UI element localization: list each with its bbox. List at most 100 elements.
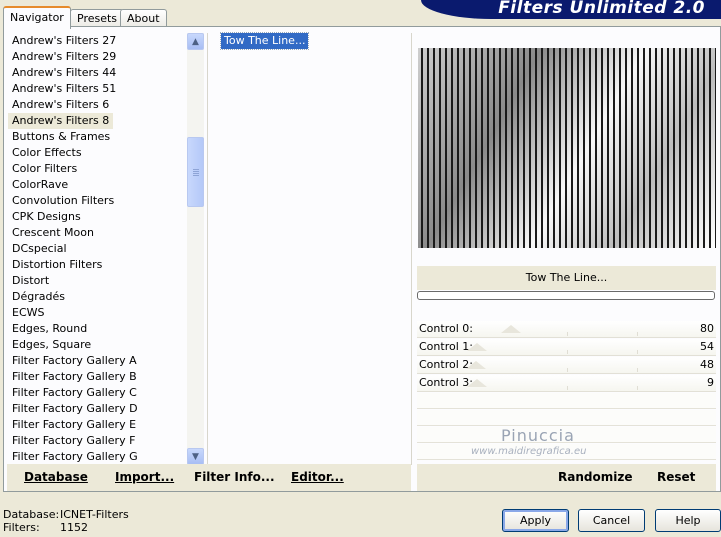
- reset-button[interactable]: Reset: [657, 464, 695, 491]
- preview-stripe: [559, 48, 561, 248]
- list-item[interactable]: Filter Factory Gallery C: [8, 385, 186, 401]
- list-item[interactable]: Andrew's Filters 6: [8, 97, 186, 113]
- list-item[interactable]: Dégradés: [8, 289, 186, 305]
- empty-control-row: [417, 393, 716, 409]
- tab-navigator[interactable]: Navigator: [3, 6, 71, 29]
- slider-thumb[interactable]: [467, 379, 487, 387]
- preview-filter-name: Tow The Line...: [417, 266, 716, 290]
- preview-stripe: [709, 48, 711, 248]
- preview-stripe: [463, 48, 465, 248]
- preview-stripe: [421, 48, 423, 248]
- filter-list-item[interactable]: Tow The Line...: [219, 32, 310, 50]
- preview-stripe: [541, 48, 543, 248]
- list-item[interactable]: Filter Factory Gallery D: [8, 401, 186, 417]
- slider-thumb[interactable]: [501, 325, 521, 333]
- preview-stripe: [433, 48, 435, 248]
- list-item[interactable]: CPK Designs: [8, 209, 186, 225]
- list-item[interactable]: Andrew's Filters 29: [8, 49, 186, 65]
- left-button-bar: Database Import... Filter Info... Editor…: [7, 464, 411, 491]
- list-item[interactable]: Filter Factory Gallery G: [8, 449, 186, 465]
- list-item[interactable]: ColorRave: [8, 177, 186, 193]
- list-item[interactable]: Filter Factory Gallery A: [8, 353, 186, 369]
- preview-stripe: [499, 48, 501, 248]
- empty-control-row: [417, 410, 716, 426]
- control-value: 80: [700, 322, 714, 335]
- list-item[interactable]: Edges, Square: [8, 337, 186, 353]
- list-item[interactable]: ECWS: [8, 305, 186, 321]
- list-item[interactable]: Convolution Filters: [8, 193, 186, 209]
- right-button-bar: Randomize Reset: [417, 464, 716, 491]
- control-3-slider[interactable]: Control 3: 9: [417, 375, 716, 392]
- list-item[interactable]: Crescent Moon: [8, 225, 186, 241]
- editor-button[interactable]: Editor...: [291, 464, 344, 491]
- randomize-button[interactable]: Randomize: [558, 464, 632, 491]
- preview-stripe: [469, 48, 471, 248]
- editor-button-label: Editor...: [291, 470, 344, 484]
- apply-button[interactable]: Apply: [502, 509, 569, 532]
- tab-about[interactable]: About: [120, 9, 167, 27]
- preview-stripe: [637, 48, 639, 248]
- list-item[interactable]: Andrew's Filters 51: [8, 81, 186, 97]
- preview-stripe: [439, 48, 441, 248]
- list-item[interactable]: Color Effects: [8, 145, 186, 161]
- preview-stripe: [565, 48, 567, 248]
- list-item[interactable]: Distortion Filters: [8, 257, 186, 273]
- slider-tick: [567, 368, 568, 372]
- category-list[interactable]: Andrew's Filters 27 Andrew's Filters 29 An…: [8, 33, 186, 465]
- control-1-slider[interactable]: Control 1: 54: [417, 339, 716, 356]
- filter-info-button[interactable]: Filter Info...: [194, 464, 275, 491]
- title-banner: Filters Unlimited 2.0: [421, 0, 721, 19]
- preview-stripe: [625, 48, 627, 248]
- slider-tick: [567, 350, 568, 354]
- scroll-up-button[interactable]: ▲: [187, 33, 204, 50]
- database-button[interactable]: Database: [24, 464, 88, 491]
- slider-tick: [637, 332, 638, 336]
- list-item[interactable]: DCspecial: [8, 241, 186, 257]
- list-item[interactable]: Filter Factory Gallery B: [8, 369, 186, 385]
- preview-stripe: [631, 48, 633, 248]
- list-item[interactable]: Andrew's Filters 27: [8, 33, 186, 49]
- list-item[interactable]: Filter Factory Gallery E: [8, 417, 186, 433]
- preview-image: [418, 48, 716, 248]
- preview-stripe: [481, 48, 483, 248]
- tab-presets[interactable]: Presets: [70, 9, 125, 27]
- control-value: 48: [700, 358, 714, 371]
- category-scrollbar[interactable]: ▲ ▼: [187, 33, 204, 465]
- watermark-site: www.maidiregrafica.eu: [471, 446, 587, 457]
- preview-stripe: [553, 48, 555, 248]
- slider-thumb[interactable]: [467, 343, 487, 351]
- cancel-button[interactable]: Cancel: [578, 509, 645, 532]
- import-button[interactable]: Import...: [115, 464, 174, 491]
- preview-stripe: [613, 48, 615, 248]
- list-item[interactable]: Buttons & Frames: [8, 129, 186, 145]
- list-item[interactable]: Andrew's Filters 8: [8, 113, 114, 129]
- list-item[interactable]: Edges, Round: [8, 321, 186, 337]
- help-button[interactable]: Help: [655, 509, 721, 532]
- control-label: Control 2:: [419, 358, 473, 371]
- list-item[interactable]: Distort: [8, 273, 186, 289]
- grip-icon: [193, 169, 199, 170]
- preview-stripe: [487, 48, 489, 248]
- control-2-slider[interactable]: Control 2: 48: [417, 357, 716, 374]
- list-item[interactable]: Color Filters: [8, 161, 186, 177]
- preview-stripe: [715, 48, 716, 248]
- filters-label: Filters:: [3, 521, 40, 534]
- filter-info-button-label: Filter Info...: [194, 470, 275, 484]
- preview-stripe: [529, 48, 531, 248]
- divider: [411, 33, 412, 465]
- preview-stripe: [493, 48, 495, 248]
- scroll-thumb[interactable]: [187, 137, 204, 207]
- slider-tick: [637, 350, 638, 354]
- database-value: ICNET-Filters: [60, 508, 129, 521]
- watermark-name: Pinuccia: [501, 426, 575, 445]
- control-label: Control 1:: [419, 340, 473, 353]
- preview-stripe: [445, 48, 447, 248]
- control-0-slider[interactable]: Control 0: 80: [417, 321, 716, 338]
- list-item[interactable]: Filter Factory Gallery F: [8, 433, 186, 449]
- preview-stripe: [691, 48, 693, 248]
- list-item[interactable]: Andrew's Filters 44: [8, 65, 186, 81]
- control-label: Control 3:: [419, 376, 473, 389]
- preview-stripe: [571, 48, 573, 248]
- slider-thumb[interactable]: [466, 361, 486, 369]
- scroll-down-button[interactable]: ▼: [187, 448, 204, 465]
